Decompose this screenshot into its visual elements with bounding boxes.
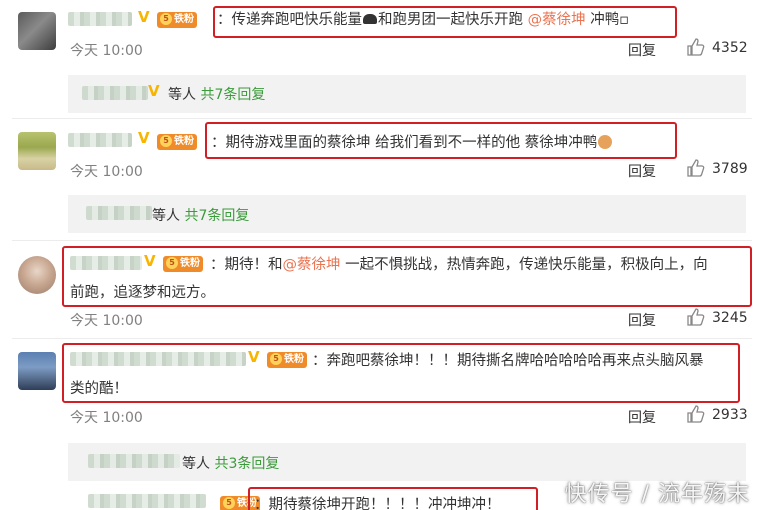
subreply-user-blurred <box>86 206 152 220</box>
username-blurred <box>68 133 132 147</box>
comment-time: 今天 10:00 <box>70 43 143 59</box>
subreply-user-blurred <box>82 86 148 100</box>
divider <box>12 338 752 339</box>
thumbs-up-icon <box>687 38 705 56</box>
comment-text: ：期待！和@蔡徐坤 一起不惧挑战，热情奔跑，传递快乐能量，积极向上，向 <box>210 257 708 273</box>
vip-badge-icon: V <box>248 348 260 366</box>
thumbs-up-icon <box>687 405 705 423</box>
reply-button[interactable]: 回复 <box>628 310 656 330</box>
subreply-summary[interactable]: 等人 共7条回复 <box>152 205 249 225</box>
vip-badge-icon: V <box>148 82 160 100</box>
avatar[interactable] <box>18 132 56 170</box>
comment-text: ：传递奔跑吧快乐能量 和跑男团一起快乐开跑 @蔡徐坤 冲鸭▫ <box>217 12 630 28</box>
like-count[interactable]: 2933 <box>687 405 748 423</box>
comment-time: 今天 10:00 <box>70 313 143 329</box>
comment-text-line2: 前跑，追逐梦和远方。 <box>70 285 215 301</box>
username-blurred <box>70 352 246 366</box>
subreply-user-blurred <box>88 454 180 468</box>
avatar[interactable] <box>18 256 56 294</box>
mention-link[interactable]: @蔡徐坤 <box>283 257 341 273</box>
divider <box>12 240 752 241</box>
comment-time: 今天 10:00 <box>70 164 143 180</box>
subreply-summary[interactable]: 等人 共7条回复 <box>168 84 265 104</box>
comment-text: ：期待蔡徐坤开跑！！！！冲冲坤冲！ <box>254 497 501 510</box>
like-count[interactable]: 4352 <box>687 38 748 56</box>
thumbs-up-icon <box>687 159 705 177</box>
subreply-summary[interactable]: 等人 共3条回复 <box>182 453 279 473</box>
comment-text-line2: 类的酷！ <box>70 381 128 397</box>
fan-badge: 5 铁粉 <box>157 12 197 28</box>
reply-button[interactable]: 回复 <box>628 40 656 60</box>
bicep-emoji-icon <box>363 14 377 24</box>
fan-badge: 5 铁粉 <box>157 134 197 150</box>
reply-button[interactable]: 回复 <box>628 161 656 181</box>
reply-button[interactable]: 回复 <box>628 407 656 427</box>
avatar[interactable] <box>18 12 56 50</box>
username-blurred <box>70 256 142 270</box>
comment-time: 今天 10:00 <box>70 410 143 426</box>
like-count[interactable]: 3245 <box>687 308 748 326</box>
emoji-icon <box>598 135 613 149</box>
avatar[interactable] <box>18 352 56 390</box>
like-count[interactable]: 3789 <box>687 159 748 177</box>
comment-text: ：奔跑吧蔡徐坤！！！期待撕名牌哈哈哈哈哈再来点头脑风暴 <box>312 353 704 369</box>
vip-badge-icon: V <box>138 8 150 26</box>
fan-badge: 5 铁粉 <box>267 352 307 368</box>
username-blurred[interactable] <box>68 12 132 26</box>
comment-text: ：期待游戏里面的蔡徐坤 给我们看到不一样的他 蔡徐坤冲鸭 <box>211 131 613 155</box>
fan-badge: 5 铁粉 <box>163 256 203 272</box>
thumbs-up-icon <box>687 308 705 326</box>
vip-badge-icon: V <box>138 129 150 147</box>
vip-badge-icon: V <box>144 252 156 270</box>
divider <box>12 118 752 119</box>
watermark: 快传号 / 流年殇末 <box>564 482 750 507</box>
username-blurred <box>88 494 206 508</box>
mention-link[interactable]: @蔡徐坤 <box>528 12 586 28</box>
